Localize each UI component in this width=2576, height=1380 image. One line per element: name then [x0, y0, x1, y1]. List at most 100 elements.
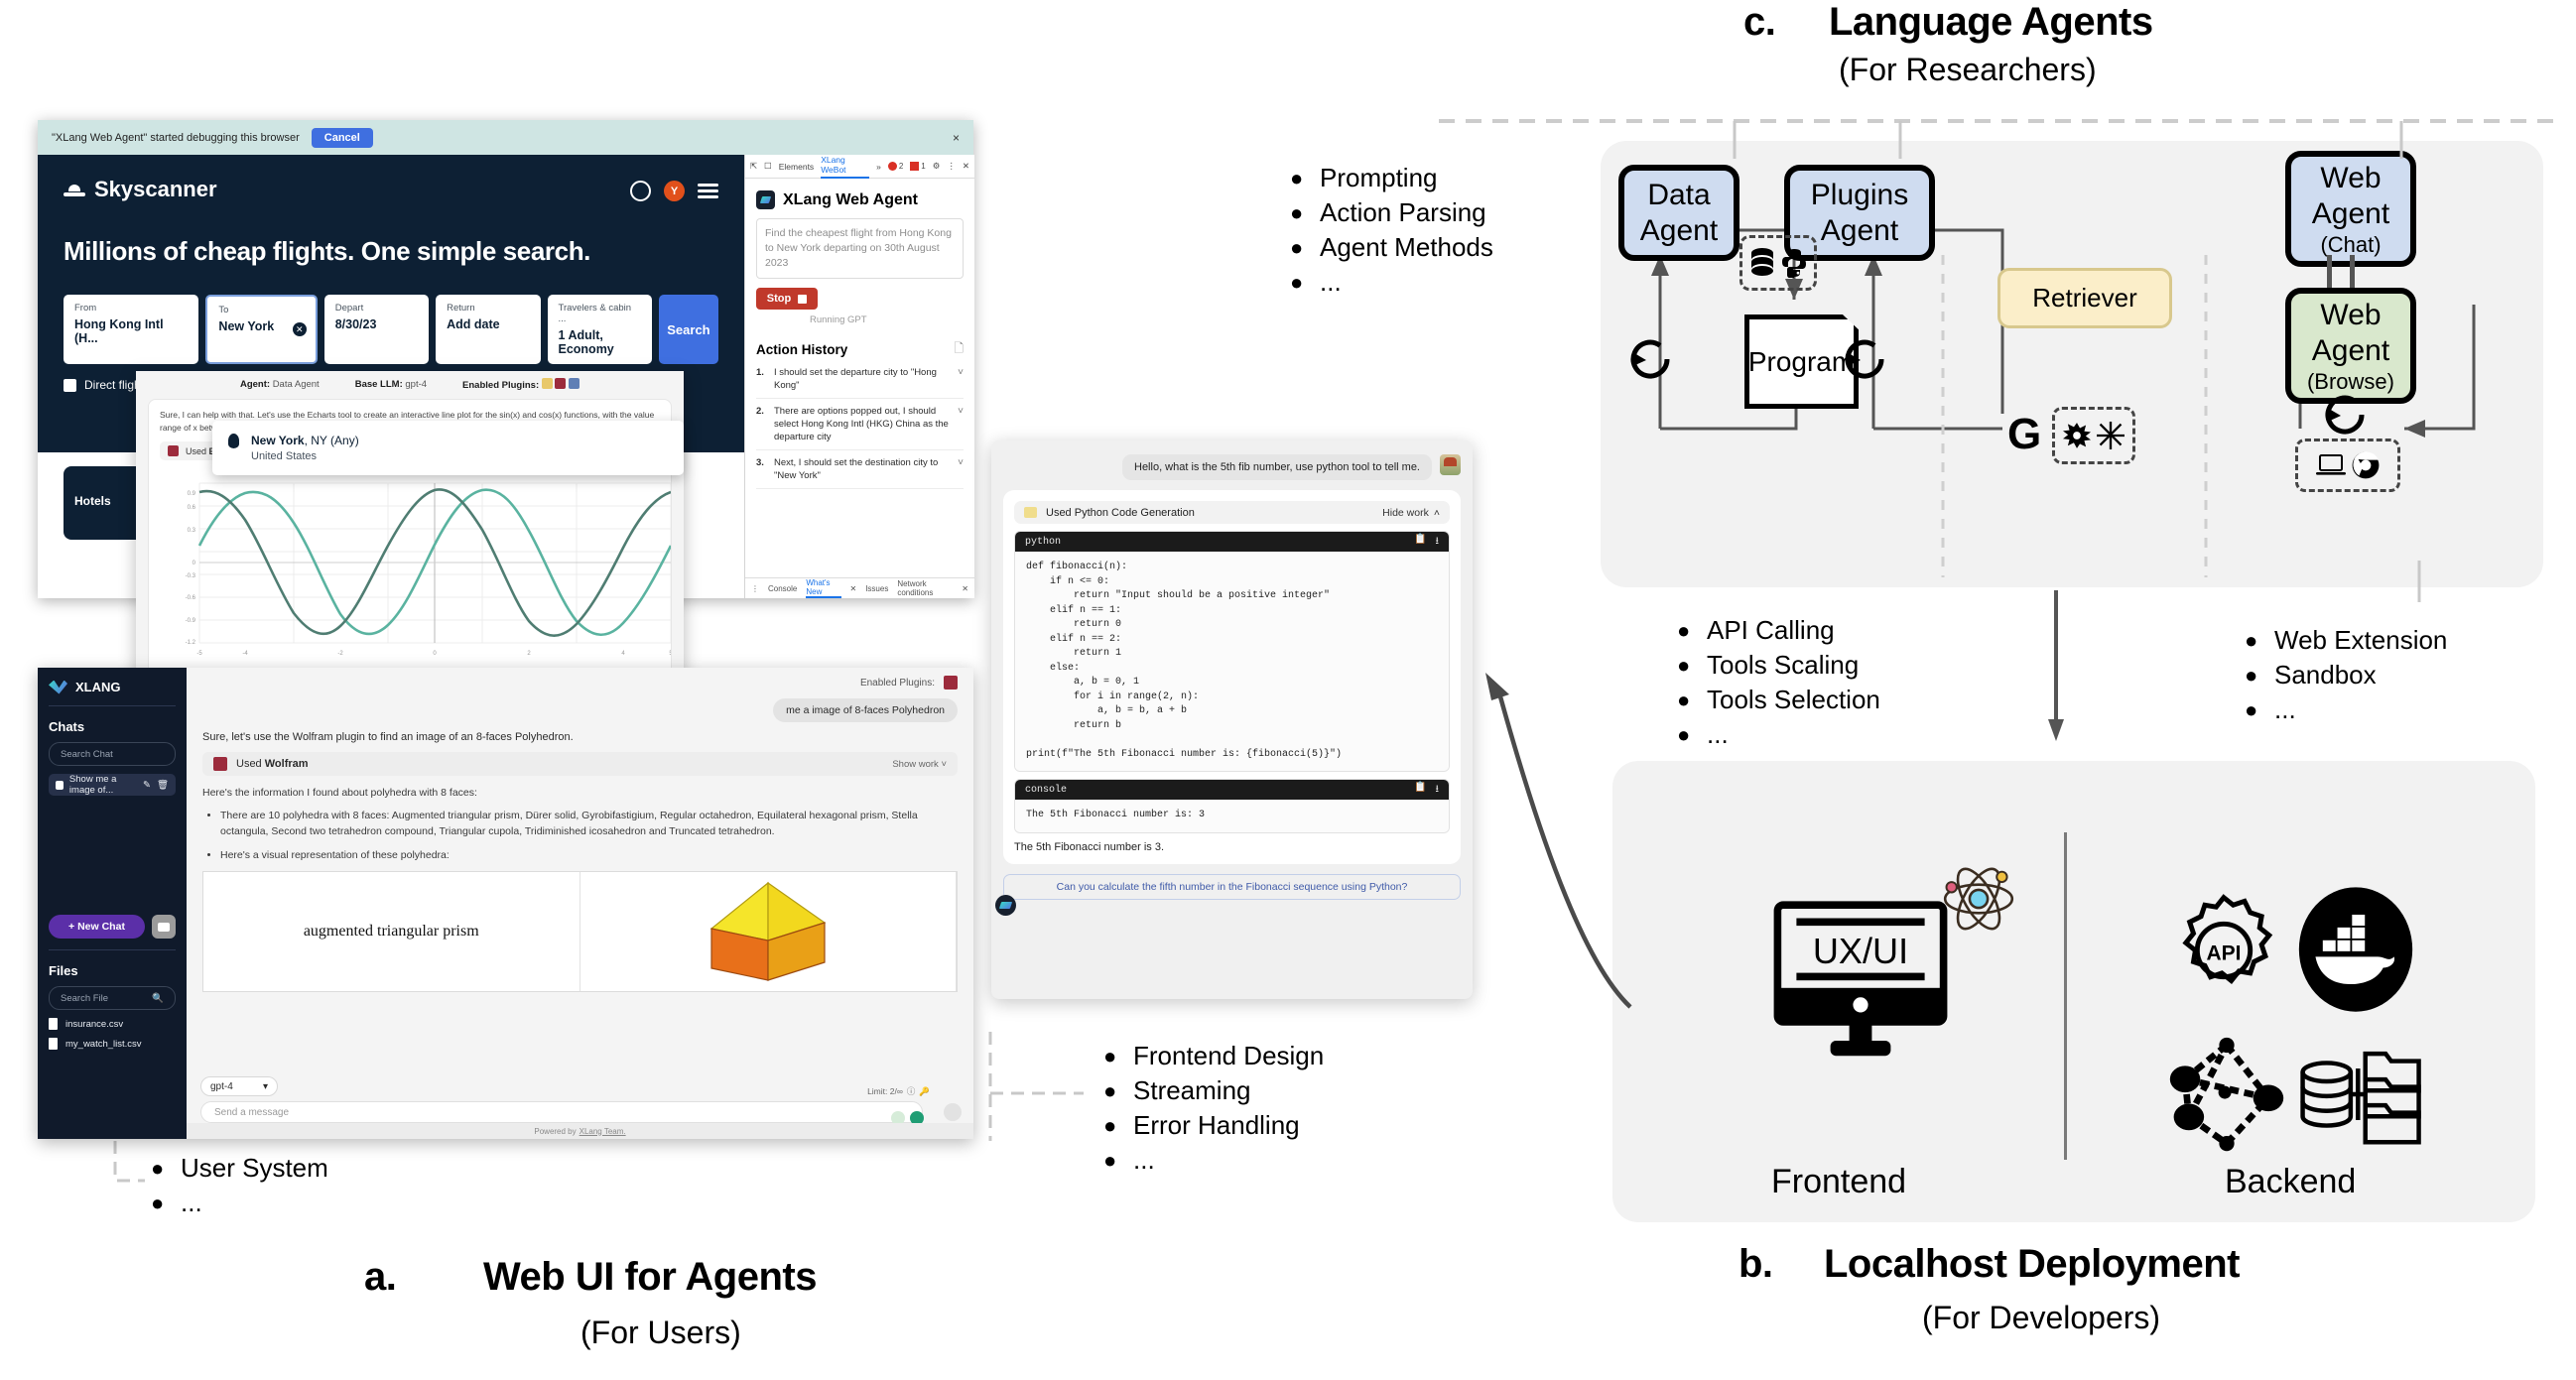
tab-whats-new[interactable]: What's New — [806, 578, 841, 598]
download-icon[interactable]: ⭳ — [1436, 782, 1440, 799]
close-icon[interactable]: ✕ — [850, 584, 857, 593]
skyscanner-logo[interactable]: Skyscanner — [64, 177, 718, 202]
from-field[interactable]: From Hong Kong Intl (H... — [64, 295, 199, 364]
tools-group-plugins[interactable] — [2052, 407, 2135, 464]
echarts-plugin-icon[interactable] — [555, 377, 567, 389]
model-select[interactable]: gpt-4 ▾ — [200, 1076, 278, 1096]
chat-main: Enabled Plugins: me a image of 8-faces P… — [187, 668, 973, 1139]
show-work-toggle[interactable]: Show work ˅ — [892, 759, 947, 770]
search-chat-input[interactable]: Search Chat — [49, 742, 176, 766]
hide-work-toggle[interactable]: Hide work ˄ — [1382, 507, 1440, 519]
city-suggestion-dropdown[interactable]: New York, NY (Any) United States — [212, 421, 684, 475]
assistant-avatar — [995, 895, 1016, 916]
copy-icon[interactable]: 🗋 — [954, 339, 964, 360]
list-item[interactable]: my_watch_list.csv — [49, 1038, 176, 1050]
search-icon[interactable]: 🔍 — [152, 993, 164, 1004]
chevron-down-icon[interactable]: ˅ — [958, 456, 964, 469]
svg-text:-0.6: -0.6 — [186, 595, 196, 601]
bullet-dot: ● — [2245, 697, 2258, 722]
list-item: ●... — [1290, 265, 1493, 300]
more-tabs-icon[interactable]: » — [876, 162, 881, 172]
error-count[interactable]: 2 — [887, 162, 903, 171]
list-item[interactable]: 3. Next, I should set the destination ci… — [756, 450, 964, 489]
tab-issues[interactable]: Issues — [865, 584, 888, 593]
depart-field[interactable]: Depart 8/30/23 — [323, 295, 430, 364]
enabled-plugins-label: Enabled Plugins: — [859, 677, 935, 689]
list-item[interactable]: Show me a image of... ✎ 🗑 — [49, 774, 176, 796]
cancel-button[interactable]: Cancel — [311, 127, 373, 148]
used-tool-bar[interactable]: Used Python Code Generation Hide work ˄ — [1014, 501, 1450, 524]
bullet-dot: ● — [1677, 688, 1691, 712]
tools-group-data[interactable] — [1739, 235, 1817, 291]
list-item: ● Tools Selection — [1677, 683, 1880, 717]
scroll-down-button[interactable] — [944, 1103, 962, 1121]
menu-icon[interactable] — [698, 184, 718, 198]
avatar[interactable]: Y — [664, 181, 685, 201]
download-icon[interactable]: ⭳ — [1436, 534, 1440, 551]
data-agent-box[interactable]: Data Agent — [1618, 165, 1739, 261]
chrome-icon — [2352, 451, 2380, 479]
bullet-dot: ● — [1290, 235, 1304, 260]
plugin-icon[interactable] — [541, 377, 553, 389]
return-field[interactable]: Return Add date — [436, 295, 541, 364]
list-item[interactable]: 1. I should set the departure city to "H… — [756, 360, 964, 399]
kebab-menu-icon[interactable]: ⋮ — [751, 584, 759, 593]
clear-icon[interactable]: ✕ — [292, 322, 307, 336]
device-toolbar-icon[interactable]: ☐ — [764, 161, 772, 172]
tab-console[interactable]: Console — [768, 584, 797, 593]
globe-icon[interactable] — [630, 181, 651, 201]
prompt-input[interactable]: Find the cheapest flight from Hong Kong … — [756, 218, 964, 279]
list-item[interactable]: insurance.csv — [49, 1018, 176, 1030]
suggestion-chip[interactable]: Can you calculate the fifth number in th… — [1003, 873, 1461, 900]
chat-header: Enabled Plugins: me a image of 8-faces P… — [187, 668, 973, 731]
stop-button[interactable]: Stop — [756, 288, 818, 310]
list-item[interactable]: 2. There are options popped out, I shoul… — [756, 399, 964, 450]
google-icon: G — [2007, 410, 2041, 456]
plugin-icon[interactable] — [569, 377, 580, 389]
to-field[interactable]: To New York ✕ — [205, 295, 318, 364]
used-tool-bar[interactable]: Used Wolfram Show work ˅ — [202, 752, 958, 776]
browser-group[interactable] — [2295, 439, 2400, 492]
close-icon[interactable]: ✕ — [963, 161, 969, 172]
search-button[interactable]: Search — [658, 295, 719, 364]
xlang-logo-icon — [756, 190, 775, 209]
new-chat-button[interactable]: + New Chat — [49, 915, 145, 939]
limit-status: Limit: 2/∞ ⓘ 🔑 — [867, 1085, 930, 1097]
retriever-box[interactable]: Retriever — [1997, 268, 2172, 328]
key-icon[interactable]: 🔑 — [919, 1086, 930, 1097]
wolfram-plugin-icon[interactable] — [944, 676, 958, 690]
checkbox-icon — [64, 378, 76, 392]
new-folder-button[interactable] — [152, 915, 176, 939]
help-icon[interactable]: ⓘ — [907, 1085, 916, 1097]
loop-icon — [1630, 339, 1670, 379]
message-input[interactable]: Send a message — [200, 1101, 923, 1123]
close-icon[interactable]: × — [953, 131, 960, 145]
suggestion-primary: New York, NY (Any) — [251, 434, 359, 447]
chevron-down-icon[interactable]: ˅ — [958, 366, 964, 379]
list-item: ● API Calling — [1677, 613, 1880, 648]
warning-count[interactable]: 1 — [910, 162, 926, 171]
copy-icon[interactable]: 📋 — [1414, 782, 1426, 799]
trash-icon[interactable]: 🗑 — [157, 780, 169, 791]
atom-icon — [1943, 867, 2014, 931]
backend-label: Backend — [2225, 1163, 2357, 1200]
panel-c-subtitle: (For Researchers) — [1839, 52, 2097, 87]
xlang-brand[interactable]: XLANG — [49, 680, 176, 694]
tab-elements[interactable]: Elements — [779, 162, 814, 172]
edit-icon[interactable]: ✎ — [143, 780, 151, 791]
inspect-icon[interactable]: ⇱ — [750, 161, 757, 172]
tab-xlang-webot[interactable]: XLang WeBot — [821, 155, 870, 179]
travelers-field[interactable]: Travelers & cabin ... 1 Adult, Economy — [547, 295, 652, 364]
tab-network-conditions[interactable]: Network conditions — [897, 579, 953, 597]
svg-text:0.9: 0.9 — [188, 491, 196, 497]
python-chat-window: Hello, what is the 5th fib number, use p… — [991, 440, 1473, 999]
chevron-down-icon[interactable]: ˅ — [958, 405, 964, 418]
body-lead: Here's the information I found about pol… — [202, 787, 477, 799]
close-icon[interactable]: ✕ — [962, 584, 968, 593]
gear-icon[interactable]: ⚙ — [933, 161, 941, 172]
copy-icon[interactable]: 📋 — [1414, 534, 1426, 551]
kebab-menu-icon[interactable]: ⋮ — [947, 161, 956, 172]
search-file-input[interactable]: Search File 🔍 — [49, 986, 176, 1010]
xlang-team-link[interactable]: XLang Team. — [580, 1127, 626, 1136]
user-bracket — [113, 1141, 145, 1183]
